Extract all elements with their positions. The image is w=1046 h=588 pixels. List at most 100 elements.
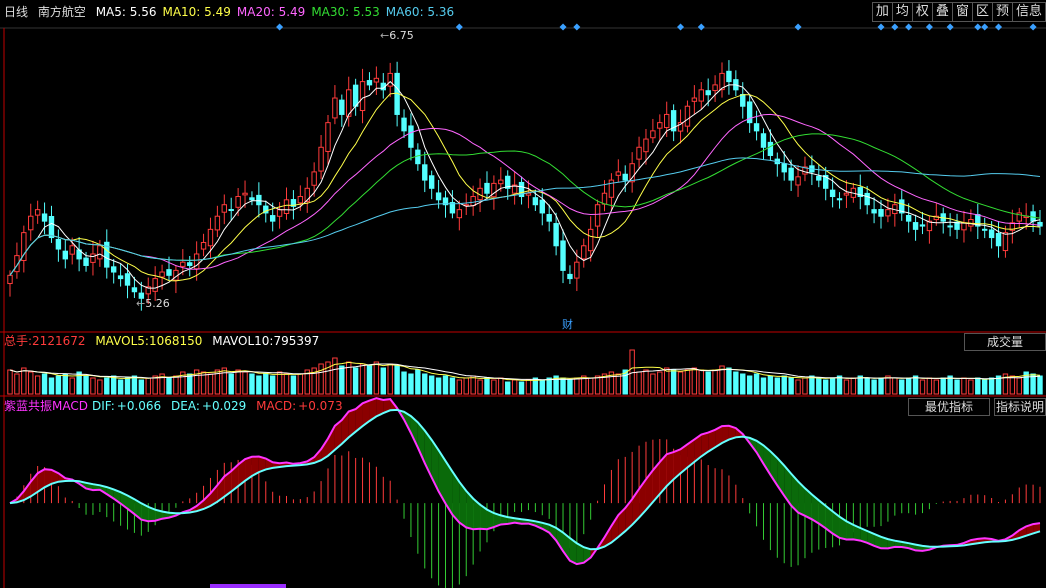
volume-bar <box>394 365 400 395</box>
volume-bar <box>774 377 781 395</box>
candle <box>940 207 946 234</box>
candle <box>311 162 317 197</box>
volume-bar <box>691 367 698 395</box>
ma-legend-item: MA10: 5.49 <box>162 5 231 19</box>
candle <box>152 266 158 301</box>
volume-bar <box>740 373 746 395</box>
candle <box>21 225 27 273</box>
candle <box>650 118 656 144</box>
candle-body <box>650 130 656 139</box>
purple-bottom-bar <box>210 584 286 588</box>
volume-bar <box>83 375 89 395</box>
candlesticks[interactable] <box>7 60 1043 311</box>
toolbar-button-3[interactable]: 叠 <box>931 2 952 22</box>
candle-body <box>359 81 366 112</box>
volume-bar <box>491 379 497 395</box>
toolbar-button-0[interactable]: 加 <box>871 2 892 22</box>
candle-body <box>48 215 55 239</box>
volume-bar <box>525 379 532 395</box>
volume-bar <box>843 379 850 395</box>
candle <box>214 205 221 238</box>
candle <box>691 85 698 115</box>
indicator-help-button[interactable]: 指标说明 <box>994 398 1046 416</box>
candle <box>981 217 988 239</box>
candle-body <box>484 182 490 194</box>
volume-bar <box>352 367 359 395</box>
candle-body <box>221 204 227 213</box>
candle-body <box>366 80 373 86</box>
volume-bar <box>760 377 767 395</box>
volume-bar <box>104 377 110 395</box>
event-diamond <box>677 23 685 31</box>
volume-bar <box>788 377 794 395</box>
candle <box>62 239 69 269</box>
volume-bar <box>899 379 905 395</box>
candle <box>581 238 587 268</box>
volume-bar <box>428 375 435 395</box>
toolbar-button-5[interactable]: 区 <box>971 2 992 22</box>
volume-bar <box>885 375 891 395</box>
toolbar-button-6[interactable]: 预 <box>991 2 1012 22</box>
candle-body <box>871 209 877 214</box>
macd-indicator-name[interactable]: 紫蓝共振MACD <box>4 399 88 413</box>
candle-body <box>664 113 670 129</box>
volume-bar <box>574 377 580 395</box>
dif-label: DIF: <box>91 399 115 413</box>
volume-bar <box>505 381 511 395</box>
toolbar-button-1[interactable]: 均 <box>891 2 912 22</box>
kline-chart-canvas[interactable] <box>0 0 1046 588</box>
candle-body <box>297 196 304 204</box>
financial-report-marker[interactable]: 财 <box>562 316 573 332</box>
volume-bar <box>249 373 255 395</box>
macd-label: MACD: <box>256 399 297 413</box>
event-diamond <box>573 23 581 31</box>
candle <box>90 240 96 276</box>
candle <box>836 192 843 209</box>
volume-bar <box>733 371 739 395</box>
volume-bar <box>940 377 946 395</box>
candle <box>339 94 345 127</box>
candle-body <box>594 204 601 227</box>
volume-bar <box>1016 377 1022 395</box>
volume-bars[interactable] <box>7 349 1043 395</box>
toolbar-button-4[interactable]: 窗 <box>951 2 972 22</box>
candle-body <box>1002 232 1009 252</box>
volume-bar <box>401 371 407 395</box>
candle-body <box>864 192 870 206</box>
volume-bar <box>228 373 234 395</box>
best-indicator-button[interactable]: 最优指标 <box>908 398 990 416</box>
low-price-value: 5.26 <box>145 297 170 310</box>
volume-bar <box>124 377 131 395</box>
volume-bar <box>954 379 960 395</box>
volume-bar <box>21 367 27 395</box>
candle-body <box>159 271 165 278</box>
candle <box>34 200 41 224</box>
candle <box>249 191 255 206</box>
high-price-label: ←6.75 <box>380 29 414 42</box>
toolbar-button-7[interactable]: 信息 <box>1011 2 1046 22</box>
volume-bar <box>829 377 836 395</box>
ma-legend: MA5: 5.56 MA10: 5.49 MA20: 5.49 MA30: 5.53 M… <box>96 5 460 19</box>
candle <box>698 82 704 109</box>
volume-bar <box>110 375 117 395</box>
volume-indicator-button[interactable]: 成交量 <box>964 333 1046 351</box>
volume-bar <box>878 377 884 395</box>
period-label[interactable]: 日线 <box>4 5 28 19</box>
event-diamond <box>455 23 463 31</box>
candle <box>926 215 933 244</box>
volume-bar <box>48 377 55 395</box>
volume-bar <box>919 379 926 395</box>
candle-body <box>283 199 290 214</box>
volume-bar <box>41 373 48 395</box>
candle-body <box>781 163 787 173</box>
volume-bar <box>290 375 297 395</box>
toolbar-button-2[interactable]: 权 <box>911 2 932 22</box>
volume-bar <box>276 371 283 395</box>
candle-body <box>228 209 234 212</box>
candle-body <box>961 222 967 231</box>
volume-bar <box>712 369 718 395</box>
candle <box>200 233 207 257</box>
candle-body <box>657 122 663 129</box>
volume-bar <box>781 375 787 395</box>
candle-body <box>581 245 587 260</box>
